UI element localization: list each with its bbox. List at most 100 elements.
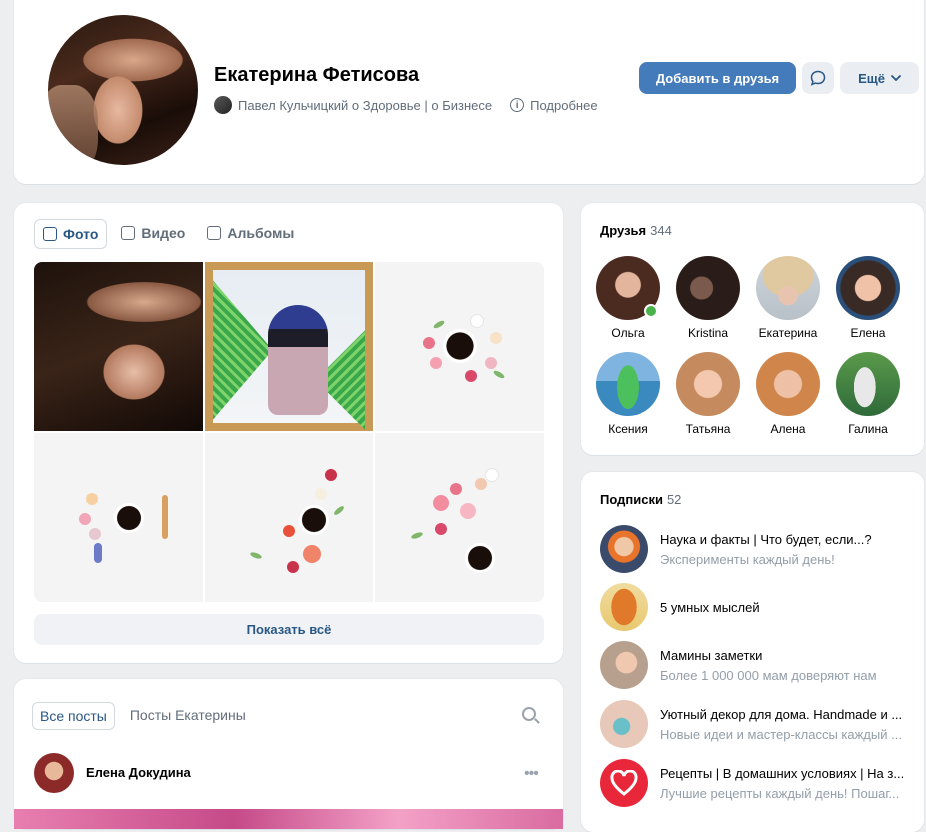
tab-all-posts[interactable]: Все посты <box>32 702 115 730</box>
online-indicator <box>644 304 658 318</box>
friend-avatar <box>756 256 820 320</box>
photo-thumbnail[interactable] <box>204 433 374 602</box>
show-all-button[interactable]: Показать всё <box>34 614 544 645</box>
photo-detail <box>475 478 488 490</box>
photo-detail <box>286 561 299 573</box>
photo-detail <box>94 543 102 563</box>
photo-detail <box>492 369 506 380</box>
friend-item[interactable]: Татьяна <box>668 352 748 436</box>
photo-detail <box>212 280 273 420</box>
album-icon <box>207 226 222 240</box>
profile-status-link[interactable]: Павел Кульчицкий о Здоровье | о Бизнесе <box>238 98 492 113</box>
tab-owner-posts[interactable]: Посты Екатерины <box>123 702 253 728</box>
friend-item[interactable]: Екатерина <box>748 256 828 340</box>
subscription-avatar <box>600 700 648 748</box>
photo-grid <box>34 262 544 602</box>
tab-albums[interactable]: Альбомы <box>199 219 302 247</box>
subscriptions-title[interactable]: Подписки 52 <box>600 492 681 507</box>
friend-item[interactable]: Kristina <box>668 256 748 340</box>
more-button[interactable]: Ещё <box>840 62 919 94</box>
friend-avatar <box>596 256 660 320</box>
subscription-item[interactable]: 5 умных мыслей <box>600 583 910 631</box>
friend-item[interactable]: Алена <box>748 352 828 436</box>
photo-icon <box>43 227 57 241</box>
media-block: Фото Видео Альбомы Показать всё <box>14 203 563 663</box>
friend-avatar <box>836 256 900 320</box>
photo-detail <box>332 504 345 517</box>
friend-avatar <box>836 352 900 416</box>
community-avatar[interactable] <box>214 96 232 114</box>
subscription-title: 5 умных мыслей <box>660 600 760 615</box>
subscription-desc: Эксперименты каждый день! <box>660 552 835 567</box>
photo-detail <box>430 357 443 369</box>
friend-avatar <box>596 352 660 416</box>
friend-item[interactable]: Ксения <box>588 352 668 436</box>
posts-block: Все посты Посты Екатерины Елена Докудина… <box>14 679 563 829</box>
post-author-avatar[interactable] <box>34 753 74 793</box>
photo-thumbnail[interactable] <box>375 262 544 431</box>
photo-thumbnail[interactable] <box>204 262 374 431</box>
subscription-item[interactable]: Уютный декор для дома. Handmade и ... Но… <box>600 700 910 748</box>
friend-name: Галина <box>848 422 888 436</box>
tab-photos[interactable]: Фото <box>34 219 108 249</box>
friends-count: 344 <box>650 223 672 238</box>
message-button[interactable] <box>802 62 834 94</box>
details-link[interactable]: Подробнее <box>530 98 597 113</box>
photo-detail <box>162 495 168 539</box>
subscription-item[interactable]: Рецепты | В домашних условиях | На з... … <box>600 759 910 807</box>
friend-item[interactable]: Галина <box>828 352 908 436</box>
video-icon <box>121 226 136 240</box>
photo-thumbnail[interactable] <box>375 433 544 602</box>
friends-title-label: Друзья <box>600 223 647 238</box>
subscription-avatar <box>600 525 648 573</box>
friend-item[interactable]: Ольга <box>588 256 668 340</box>
info-icon[interactable]: i <box>510 98 525 112</box>
chevron-down-icon <box>891 75 901 81</box>
photo-detail <box>485 468 500 482</box>
photo-detail <box>432 319 446 330</box>
profile-header: Екатерина Фетисова Павел Кульчицкий о Зд… <box>14 0 924 184</box>
photo-detail <box>460 503 477 519</box>
friend-name: Ксения <box>608 422 648 436</box>
profile-avatar[interactable] <box>48 15 198 165</box>
friends-block: Друзья 344 Ольга Kristina Екатерина Елена… <box>581 203 924 455</box>
profile-subtitle: Павел Кульчицкий о Здоровье | о Бизнесе … <box>214 96 598 114</box>
friends-title[interactable]: Друзья 344 <box>600 223 672 238</box>
photo-detail <box>267 305 328 415</box>
photo-detail <box>485 357 498 369</box>
subscription-title: Мамины заметки <box>660 648 763 663</box>
photo-detail <box>114 503 144 533</box>
posts-tabs: Все посты Посты Екатерины <box>32 702 253 730</box>
photo-detail <box>470 314 485 328</box>
subscription-desc: Новые идеи и мастер-классы каждый ... <box>660 727 902 742</box>
photo-detail <box>86 493 98 505</box>
post-menu-icon[interactable]: ••• <box>524 765 539 783</box>
photo-thumbnail[interactable] <box>34 262 203 431</box>
tab-albums-label: Альбомы <box>227 225 295 241</box>
friend-name: Елена <box>850 326 886 340</box>
add-friend-button[interactable]: Добавить в друзья <box>639 62 796 94</box>
friend-name: Екатерина <box>758 326 818 340</box>
tab-videos[interactable]: Видео <box>113 219 193 247</box>
photo-detail <box>298 505 329 535</box>
subscription-title: Уютный декор для дома. Handmade и ... <box>660 707 903 722</box>
friend-name: Ольга <box>611 326 645 340</box>
tab-photos-label: Фото <box>63 226 99 242</box>
post-author-name[interactable]: Елена Докудина <box>86 765 191 780</box>
photo-detail <box>324 469 337 481</box>
photo-thumbnail[interactable] <box>34 433 203 602</box>
subscription-avatar <box>600 759 648 807</box>
subscription-title: Наука и факты | Что будет, если...? <box>660 532 872 547</box>
photo-detail <box>450 483 463 495</box>
photo-detail <box>79 513 91 525</box>
search-icon[interactable] <box>522 707 536 721</box>
subscription-item[interactable]: Мамины заметки Более 1 000 000 мам довер… <box>600 641 910 689</box>
subscription-item[interactable]: Наука и факты | Что будет, если...? Эксп… <box>600 525 910 573</box>
profile-name: Екатерина Фетисова <box>214 64 420 86</box>
friend-name: Алена <box>770 422 806 436</box>
friend-item[interactable]: Елена <box>828 256 908 340</box>
subscription-title: Рецепты | В домашних условиях | На з... <box>660 766 905 781</box>
post-image[interactable] <box>14 809 563 829</box>
photo-inner <box>212 270 366 430</box>
photo-detail <box>433 495 450 511</box>
